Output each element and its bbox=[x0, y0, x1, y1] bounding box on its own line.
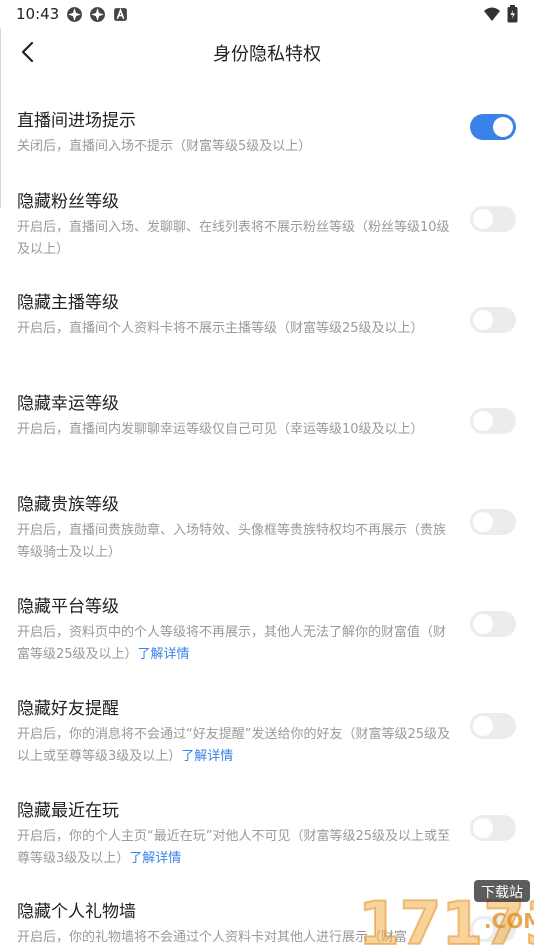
setting-description: 开启后，资料页中的个人等级将不再展示，其他人无法了解你的财富值（财富等级25级及… bbox=[17, 625, 447, 662]
toggle-knob bbox=[473, 411, 493, 431]
setting-toggle-switch[interactable] bbox=[470, 509, 516, 535]
setting-toggle-switch[interactable] bbox=[470, 206, 516, 232]
wifi-icon bbox=[484, 7, 500, 21]
app-notification-icon bbox=[67, 7, 82, 22]
setting-title: 隐藏粉丝等级 bbox=[17, 192, 119, 212]
setting-title: 隐藏平台等级 bbox=[17, 597, 119, 617]
setting-title: 隐藏幸运等级 bbox=[17, 394, 119, 414]
setting-description: 关闭后，直播间入场不提示（财富等级5级及以上） bbox=[17, 139, 312, 154]
learn-more-link[interactable]: 了解详情 bbox=[138, 647, 190, 662]
toggle-knob bbox=[473, 310, 493, 330]
status-notification-icons bbox=[66, 6, 129, 23]
toggle-knob bbox=[473, 614, 493, 634]
status-time: 10:43 bbox=[16, 5, 60, 23]
toggle-knob bbox=[473, 818, 493, 838]
a-notification-icon bbox=[114, 7, 127, 21]
setting-toggle-switch[interactable] bbox=[470, 114, 516, 140]
setting-title: 隐藏好友提醒 bbox=[17, 699, 119, 719]
setting-toggle-switch[interactable] bbox=[470, 815, 516, 841]
setting-title: 直播间进场提示 bbox=[17, 111, 136, 131]
toggle-knob bbox=[493, 117, 513, 137]
setting-description: 开启后，直播间贵族勋章、入场特效、头像框等贵族特权均不再展示（贵族等级骑士及以上… bbox=[17, 523, 447, 560]
toggle-knob bbox=[473, 209, 493, 229]
setting-description: 开启后，直播间入场、发聊聊、在线列表将不展示粉丝等级（粉丝等级10级及以上） bbox=[17, 220, 450, 257]
setting-title: 隐藏个人礼物墙 bbox=[17, 902, 136, 922]
learn-more-link[interactable]: 了解详情 bbox=[181, 749, 233, 764]
site-watermark-logo: 17173 下载站 .COM bbox=[357, 880, 534, 950]
setting-title: 隐藏贵族等级 bbox=[17, 495, 119, 515]
setting-description: 开启后，你的个人主页“最近在玩”对他人不可见（财富等级25级及以上或至尊等级3级… bbox=[17, 829, 451, 866]
setting-toggle-switch[interactable] bbox=[470, 307, 516, 333]
watermark-site-label: 下载站 bbox=[481, 885, 523, 901]
setting-title: 隐藏最近在玩 bbox=[17, 801, 119, 821]
setting-description: 开启后，你的消息将不会通过“好友提醒”发送给你的好友（财富等级25级及以上或至尊… bbox=[17, 727, 451, 764]
battery-icon bbox=[507, 5, 518, 23]
toggle-knob bbox=[473, 512, 493, 532]
watermark-domain: .COM bbox=[484, 909, 534, 933]
setting-toggle-switch[interactable] bbox=[470, 713, 516, 739]
app-header: 身份隐私特权 bbox=[0, 28, 534, 76]
setting-toggle-switch[interactable] bbox=[470, 408, 516, 434]
setting-toggle-switch[interactable] bbox=[470, 611, 516, 637]
setting-title: 隐藏主播等级 bbox=[17, 293, 119, 313]
setting-description: 开启后，直播间个人资料卡将不展示主播等级（财富等级25级及以上） bbox=[17, 321, 424, 336]
app-notification-icon bbox=[90, 7, 105, 22]
status-system-icons bbox=[483, 5, 518, 23]
setting-description: 开启后，直播间内发聊聊幸运等级仅自己可见（幸运等级10级及以上） bbox=[17, 422, 424, 437]
page-title: 身份隐私特权 bbox=[213, 44, 321, 65]
toggle-knob bbox=[473, 716, 493, 736]
status-bar: 10:43 bbox=[0, 0, 534, 28]
learn-more-link[interactable]: 了解详情 bbox=[129, 851, 181, 866]
